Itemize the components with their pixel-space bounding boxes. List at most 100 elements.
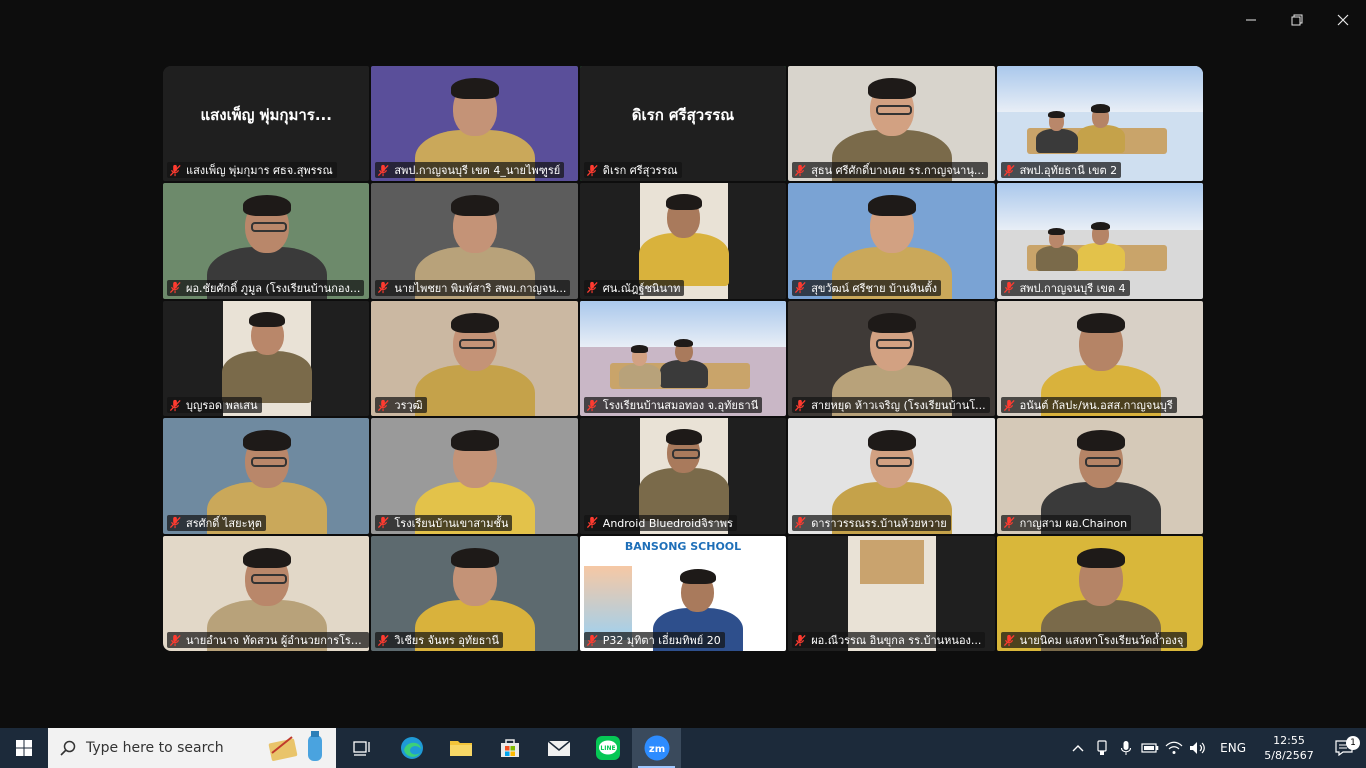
usb-device-icon (1097, 740, 1107, 755)
participant-name: ผอ.ณีวรรณ อินขุกล รร.บ้านหนอง... (811, 634, 982, 647)
participant-name-label: นายไพชยา พิมพ์สาริ สพม.กาญจน... (375, 279, 571, 296)
restore-button[interactable] (1274, 0, 1320, 40)
folder-icon (449, 741, 472, 756)
participant-tile[interactable]: Android Bluedroidจิราพร (579, 418, 787, 534)
input-language-indicator[interactable]: ENG (1220, 741, 1246, 755)
participant-tile[interactable]: สุธน ศรีศักดิ์บางเตย รร.กาญจนานุ... (788, 66, 995, 182)
participant-tile[interactable]: วรวุฒิ (371, 300, 578, 417)
muted-microphone-icon (169, 634, 181, 646)
participant-tile[interactable]: นายอำนาจ ทัดสวน ผู้อำนวยการโรง... (163, 535, 370, 651)
microphone-icon (1121, 741, 1132, 755)
participant-name-label: ดาราวรรณรร.บ้านห้วยหวาย (792, 514, 951, 531)
line-app-button[interactable]: LINE (583, 728, 632, 768)
participant-name-label: นายนิคม แสงหาโรงเรียนวัดถ้ำองจุ (1000, 632, 1188, 648)
participant-tile[interactable]: โรงเรียนบ้านเขาสามชั้น (371, 418, 578, 534)
participant-name-label: สรศักดิ์ ไสยะหุต (167, 514, 266, 531)
participant-display-name: แสงเพ็ญ พุ่มกุมาร... (200, 105, 332, 124)
chevron-up-icon (1072, 745, 1084, 752)
muted-microphone-icon (586, 517, 598, 529)
participant-tile[interactable]: ดาราวรรณรร.บ้านห้วยหวาย (788, 418, 995, 534)
microsoft-store-button[interactable] (485, 728, 534, 768)
muted-microphone-icon (795, 634, 806, 646)
edge-button[interactable] (387, 728, 436, 768)
participant-tile[interactable]: BANSONG SCHOOL P32 มุทิตา เอี่ยมทิพย์ 20 (579, 535, 787, 651)
wifi-icon (1165, 741, 1183, 754)
participant-name-label: สุขวัฒน์ ศรีชาย บ้านหินตั้ง (792, 279, 941, 296)
participant-name: สพป.กาญจนบุรี เขต 4 (1019, 281, 1126, 295)
search-highlight-illustration-icon (268, 731, 322, 761)
participant-tile[interactable]: โรงเรียนบ้านสมอทอง จ.อุทัยธานี (579, 300, 787, 417)
participant-name-label: วรวุฒิ (375, 397, 427, 414)
muted-microphone-icon (378, 634, 390, 646)
participant-name-label: อนันต์ กัลปะ/หน.อสส.กาญจนบุรี (1000, 397, 1177, 414)
participant-name: สพป.อุทัยธานี เขต 2 (1019, 164, 1118, 178)
participant-name: โรงเรียนบ้านสมอทอง จ.อุทัยธานี (602, 399, 759, 413)
participant-name: กาญสาม ผอ.Chainon (1019, 516, 1128, 530)
participant-name-label: กาญสาม ผอ.Chainon (1000, 514, 1132, 531)
zoom-button[interactable]: zm (632, 728, 681, 768)
taskbar-search-box[interactable]: Type here to search (48, 728, 336, 768)
volume-button[interactable] (1186, 728, 1210, 768)
participant-display-name: ดิเรก ศรีสุวรรณ (631, 105, 735, 124)
window-controls (1228, 0, 1366, 40)
muted-microphone-icon (586, 399, 598, 411)
task-view-icon (352, 741, 370, 756)
muted-microphone-icon (378, 399, 390, 411)
participant-tile[interactable]: นายไพชยา พิมพ์สาริ สพม.กาญจน... (371, 183, 578, 299)
muted-microphone-icon (795, 517, 806, 529)
clock[interactable]: 12:55 5/8/2567 (1256, 733, 1322, 763)
taskbar: Type here to search LINE zm ENG 12:55 5/… (0, 728, 1366, 768)
line-app-icon: LINE (595, 736, 620, 760)
participant-tile[interactable]: ผอ.ณีวรรณ อินขุกล รร.บ้านหนอง... (788, 535, 995, 651)
battery-button[interactable] (1138, 728, 1162, 768)
participant-name-label: นายอำนาจ ทัดสวน ผู้อำนวยการโรง... (167, 632, 369, 648)
muted-microphone-icon (169, 399, 181, 411)
muted-microphone-icon (795, 164, 806, 176)
minimize-button[interactable] (1228, 0, 1274, 40)
usb-device-button[interactable] (1090, 728, 1114, 768)
system-tray: ENG 12:55 5/8/2567 1 (1066, 728, 1366, 768)
clock-date: 5/8/2567 (1264, 749, 1314, 762)
muted-microphone-icon (586, 164, 598, 176)
participant-name: นายอำนาจ ทัดสวน ผู้อำนวยการโรง... (186, 634, 365, 647)
participant-tile[interactable]: สพป.กาญจนบุรี เขต 4_นายไพฑูรย์ (371, 66, 578, 182)
participant-name-label: โรงเรียนบ้านสมอทอง จ.อุทัยธานี (583, 397, 763, 414)
start-button[interactable] (0, 728, 48, 768)
participant-tile[interactable]: กาญสาม ผอ.Chainon (996, 418, 1203, 534)
participant-name: นายนิคม แสงหาโรงเรียนวัดถ้ำองจุ (1019, 634, 1184, 647)
participant-name-label: โรงเรียนบ้านเขาสามชั้น (375, 514, 513, 531)
participant-name: วรวุฒิ (394, 399, 423, 413)
participant-name-label: สพป.กาญจนบุรี เขต 4 (1000, 279, 1130, 296)
participant-tile[interactable]: วิเชียร จันทร อุทัยธานี (371, 535, 578, 651)
participant-name: ดิเรก ศรีสุวรรณ (602, 164, 678, 178)
participant-tile[interactable]: สุขวัฒน์ ศรีชาย บ้านหินตั้ง (788, 183, 995, 299)
participant-name-label: ศน.ณัฎฐ์ชนินาท (583, 279, 685, 296)
participant-tile[interactable]: อนันต์ กัลปะ/หน.อสส.กาญจนบุรี (996, 300, 1203, 417)
participant-name-label: สพป.กาญจนบุรี เขต 4_นายไพฑูรย์ (375, 162, 565, 179)
participant-tile[interactable]: แสงเพ็ญ พุ่มกุมาร... แสงเพ็ญ พุ่มกุมาร ศธ… (163, 66, 370, 182)
wifi-button[interactable] (1162, 728, 1186, 768)
participant-name: สุธน ศรีศักดิ์บางเตย รร.กาญจนานุ... (811, 164, 985, 178)
participant-tile[interactable]: ศน.ณัฎฐ์ชนินาท (579, 183, 787, 299)
participant-tile[interactable]: สรศักดิ์ ไสยะหุต (163, 418, 370, 534)
participant-tile[interactable]: บุญรอด พลเสน (163, 300, 370, 417)
mail-button[interactable] (534, 728, 583, 768)
participant-tile[interactable]: ผอ.ชัยศักดิ์ ภูมูล (โรงเรียนบ้านกอง... (163, 183, 370, 299)
participant-tile[interactable]: สพป.อุทัยธานี เขต 2 (996, 66, 1203, 182)
participant-tile[interactable]: ดิเรก ศรีสุวรรณ ดิเรก ศรีสุวรรณ (579, 66, 787, 182)
participant-tile[interactable]: สพป.กาญจนบุรี เขต 4 (996, 183, 1203, 299)
svg-text:zm: zm (648, 744, 664, 755)
participant-tile[interactable]: นายนิคม แสงหาโรงเรียนวัดถ้ำองจุ (996, 535, 1203, 651)
muted-microphone-icon (169, 517, 181, 529)
muted-microphone-icon (1003, 282, 1015, 294)
file-explorer-button[interactable] (436, 728, 485, 768)
notification-center-button[interactable]: 1 (1322, 736, 1366, 756)
participant-name: อนันต์ กัลปะ/หน.อสส.กาญจนบุรี (1019, 399, 1173, 413)
show-hidden-icons-button[interactable] (1066, 728, 1090, 768)
participant-tile[interactable]: สายหยุด ห้าวเจริญ (โรงเรียนบ้านโ... (788, 300, 995, 417)
muted-microphone-icon (795, 399, 806, 411)
close-button[interactable] (1320, 0, 1366, 40)
clock-time: 12:55 (1273, 734, 1305, 747)
task-view-button[interactable] (338, 728, 387, 768)
microphone-tray-button[interactable] (1114, 728, 1138, 768)
